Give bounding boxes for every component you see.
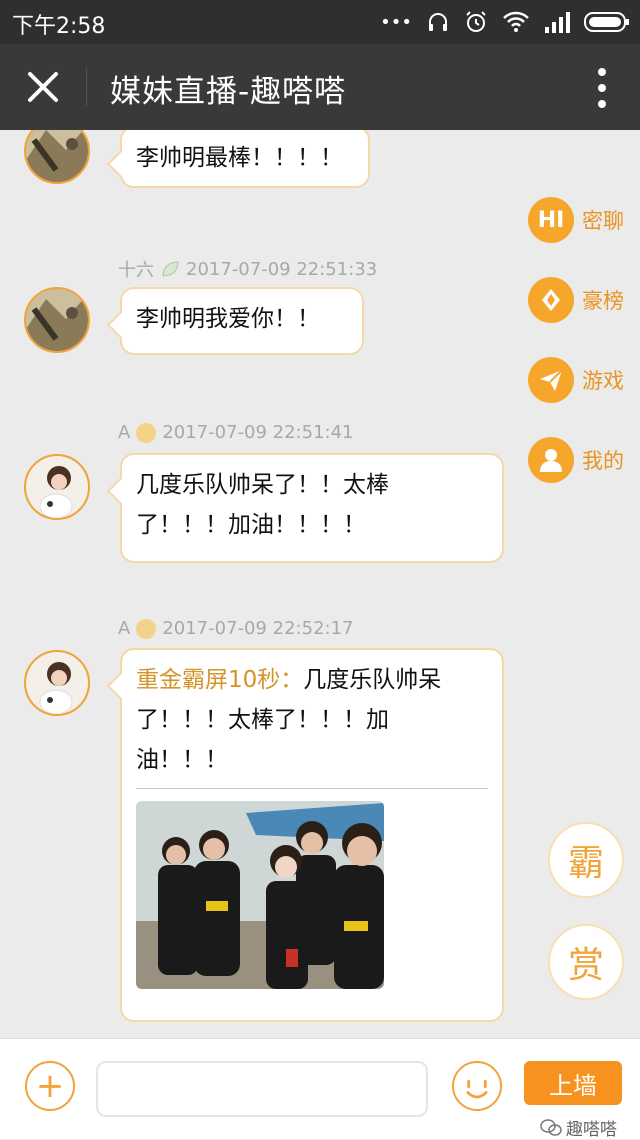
message-bubble: 李帅明最棒！！！！ [120,130,370,188]
more-vertical-icon[interactable] [588,66,616,110]
message-timestamp: 2017-07-09 22:52:17 [162,618,354,639]
avatar-image [26,289,88,351]
alarm-icon [466,11,486,32]
side-menu-label: 豪榜 [582,289,624,313]
status-time: 下午2:58 [12,14,106,39]
message-tag: 重金霸屏10秒： [136,667,304,693]
level-badge-icon [136,618,157,639]
side-menu-private-chat[interactable]: HI 密聊 [528,197,624,243]
avatar-image [26,130,88,182]
ba-label: 霸 [567,843,604,884]
person-icon [528,437,574,483]
status-bar: 下午2:58 ••• [0,0,640,44]
avatar-image [26,456,88,518]
app-bar-divider [86,68,87,106]
close-icon[interactable] [20,64,66,110]
add-button[interactable]: + [25,1061,75,1111]
message-username: 十六 [118,260,154,281]
reward-button[interactable]: 赏 [548,924,624,1000]
message-bubble: 几度乐队帅呆了！！太棒 了！！！加油！！！！ [120,453,504,563]
side-menu-ranking[interactable]: 豪榜 [528,277,624,323]
avatar[interactable] [24,287,90,353]
paper-plane-icon [528,357,574,403]
status-icons: ••• [380,6,630,38]
post-label: 上墙 [549,1071,597,1100]
hi-icon-text: HI [537,207,565,233]
ba-screen-button[interactable]: 霸 [548,822,624,898]
message-meta: 十六 2017-07-09 22:51:33 [118,256,377,282]
avatar[interactable] [24,130,90,184]
side-menu-label: 密聊 [582,209,624,233]
reward-label: 赏 [567,945,604,986]
chat-area[interactable]: 李帅明最棒！！！！ 十六 2017-07-09 22:51:33 李帅明我爱你！… [0,130,640,1038]
message-timestamp: 2017-07-09 22:51:33 [186,258,378,280]
level-badge-icon [136,422,157,443]
message-text: 了！！！加油！！！！ [136,512,366,538]
watermark: 趣嗒嗒 [540,1115,617,1140]
side-menu-label: 我的 [582,449,624,473]
leaf-icon [162,261,179,277]
watermark-text: 趣嗒嗒 [566,1120,617,1140]
page-title: 媒妹直播-趣嗒嗒 [110,74,347,110]
avatar[interactable] [24,454,90,520]
message-meta: A 2017-07-09 22:52:17 [118,618,354,639]
divider [136,788,488,789]
signal-icon [545,12,570,33]
bottom-bar: + 上墙 趣嗒嗒 [0,1038,640,1140]
message-timestamp: 2017-07-09 22:51:41 [162,422,354,443]
wifi-icon [503,11,529,32]
headphones-icon [429,13,447,31]
side-menu-me[interactable]: 我的 [528,437,624,483]
message-text: 几度乐队帅呆了！！太棒 [136,472,389,498]
wechat-icon [540,1118,562,1136]
side-menu-games[interactable]: 游戏 [528,357,624,403]
avatar[interactable] [24,650,90,716]
message-bubble: 李帅明我爱你！！ [120,287,364,355]
side-menu-label: 游戏 [582,369,624,393]
message-username: A [118,422,131,443]
message-text: 几度乐队帅呆 [303,667,442,693]
attached-photo[interactable] [136,801,384,989]
message-text: 李帅明我爱你！！ [136,306,320,332]
message-username: A [118,618,131,639]
more-dots-icon: ••• [380,11,412,33]
emoji-icon[interactable] [452,1061,502,1111]
message-text: 李帅明最棒！！！！ [136,145,343,171]
message-meta: A 2017-07-09 22:51:41 [118,422,354,443]
battery-icon [584,12,629,32]
post-to-wall-button[interactable]: 上墙 [524,1061,622,1105]
app-bar: 媒妹直播-趣嗒嗒 [0,44,640,130]
message-text: 油！！！ [136,747,228,773]
avatar-image [26,652,88,714]
plus-icon: + [35,1066,65,1106]
message-text: 了！！！太棒了！！！加 [136,707,389,733]
message-input[interactable] [96,1061,428,1117]
trophy-icon [528,277,574,323]
message-bubble: 重金霸屏10秒：几度乐队帅呆 了！！！太棒了！！！加 油！！！ [120,648,504,1022]
hi-icon: HI [528,197,574,243]
